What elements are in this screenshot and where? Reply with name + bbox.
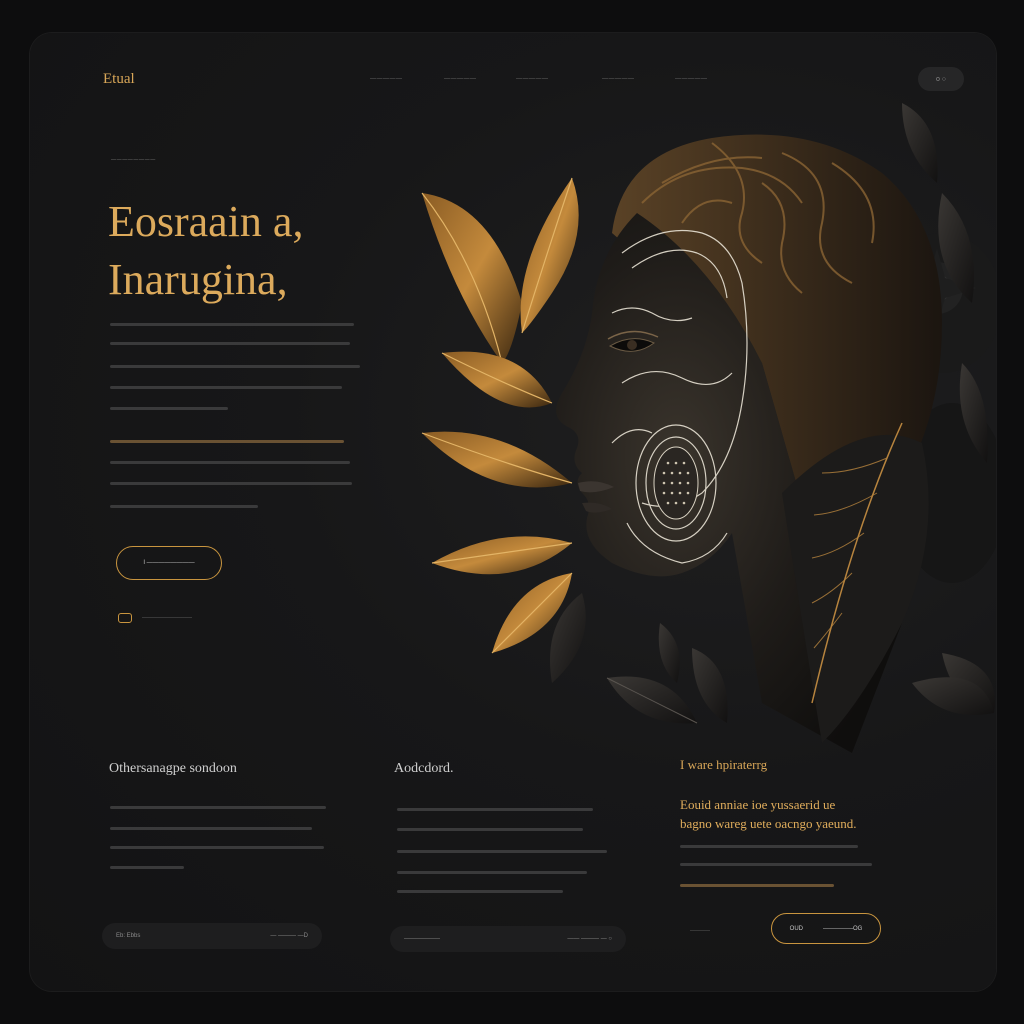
text-line	[110, 806, 326, 809]
face-illustration	[421, 103, 996, 753]
column-3-button[interactable]: OUD —————OG	[771, 913, 881, 944]
text-line	[110, 827, 312, 830]
hero-small-link[interactable]: ——————————	[142, 615, 192, 621]
text-line	[110, 846, 324, 849]
text-line-highlight	[110, 440, 344, 443]
column-3-highlight-line1: Eouid anniae ioe yussaerid ue	[680, 797, 836, 812]
text-line	[110, 505, 258, 508]
hero-headline: Eosraain a, Inarugina,	[108, 193, 303, 309]
column-3-highlight: Eouid anniae ioe yussaerid ue bagno ware…	[680, 795, 857, 833]
text-line	[110, 365, 360, 368]
page-card: Etual ————— ————— ————— ————— ————— o ○ …	[30, 33, 996, 991]
text-line	[680, 845, 858, 848]
text-line	[110, 323, 354, 326]
text-line	[110, 482, 352, 485]
text-line	[110, 386, 342, 389]
text-line	[397, 890, 563, 893]
hero-headline-line1: Eosraain a,	[108, 197, 304, 246]
text-line	[397, 850, 607, 853]
column-3-caption: ————	[690, 928, 710, 934]
hero-cta-button[interactable]: I ————————	[116, 546, 222, 580]
column-2-bar[interactable]: —————— —— ——— — ○	[390, 926, 626, 952]
text-line	[110, 407, 228, 410]
text-line	[397, 871, 587, 874]
column-3-title: I ware hpiraterrg	[680, 757, 768, 772]
column-1-title: Othersanagpe sondoon	[109, 761, 237, 776]
text-line	[397, 808, 593, 811]
column-3-button-right: —————OG	[823, 925, 863, 932]
text-line	[110, 866, 184, 869]
gold-leaves	[421, 177, 586, 683]
text-line	[680, 863, 872, 866]
column-1-bar-right: — ——— —D	[270, 933, 308, 939]
hero-headline-line2: Inarugina,	[108, 255, 288, 304]
column-3-button-left: OUD	[789, 925, 803, 932]
column-2-bar-left: ——————	[404, 936, 440, 942]
link-icon[interactable]	[118, 613, 132, 623]
column-1-bar[interactable]: Eb: Ebbs — ——— —D	[102, 923, 322, 949]
hero-eyebrow: ————————	[111, 157, 156, 163]
text-line	[397, 828, 583, 831]
column-3-highlight-line2: bagno wareg uete oacngo yaeund.	[680, 816, 857, 831]
column-1-bar-left: Eb: Ebbs	[116, 933, 141, 939]
column-2-title: Aodcdord.	[394, 761, 454, 776]
text-line	[110, 342, 350, 345]
text-line-highlight	[680, 884, 834, 887]
column-2-bar-right: —— ——— — ○	[567, 936, 612, 942]
text-line	[110, 461, 350, 464]
logo[interactable]: Etual	[103, 71, 135, 88]
